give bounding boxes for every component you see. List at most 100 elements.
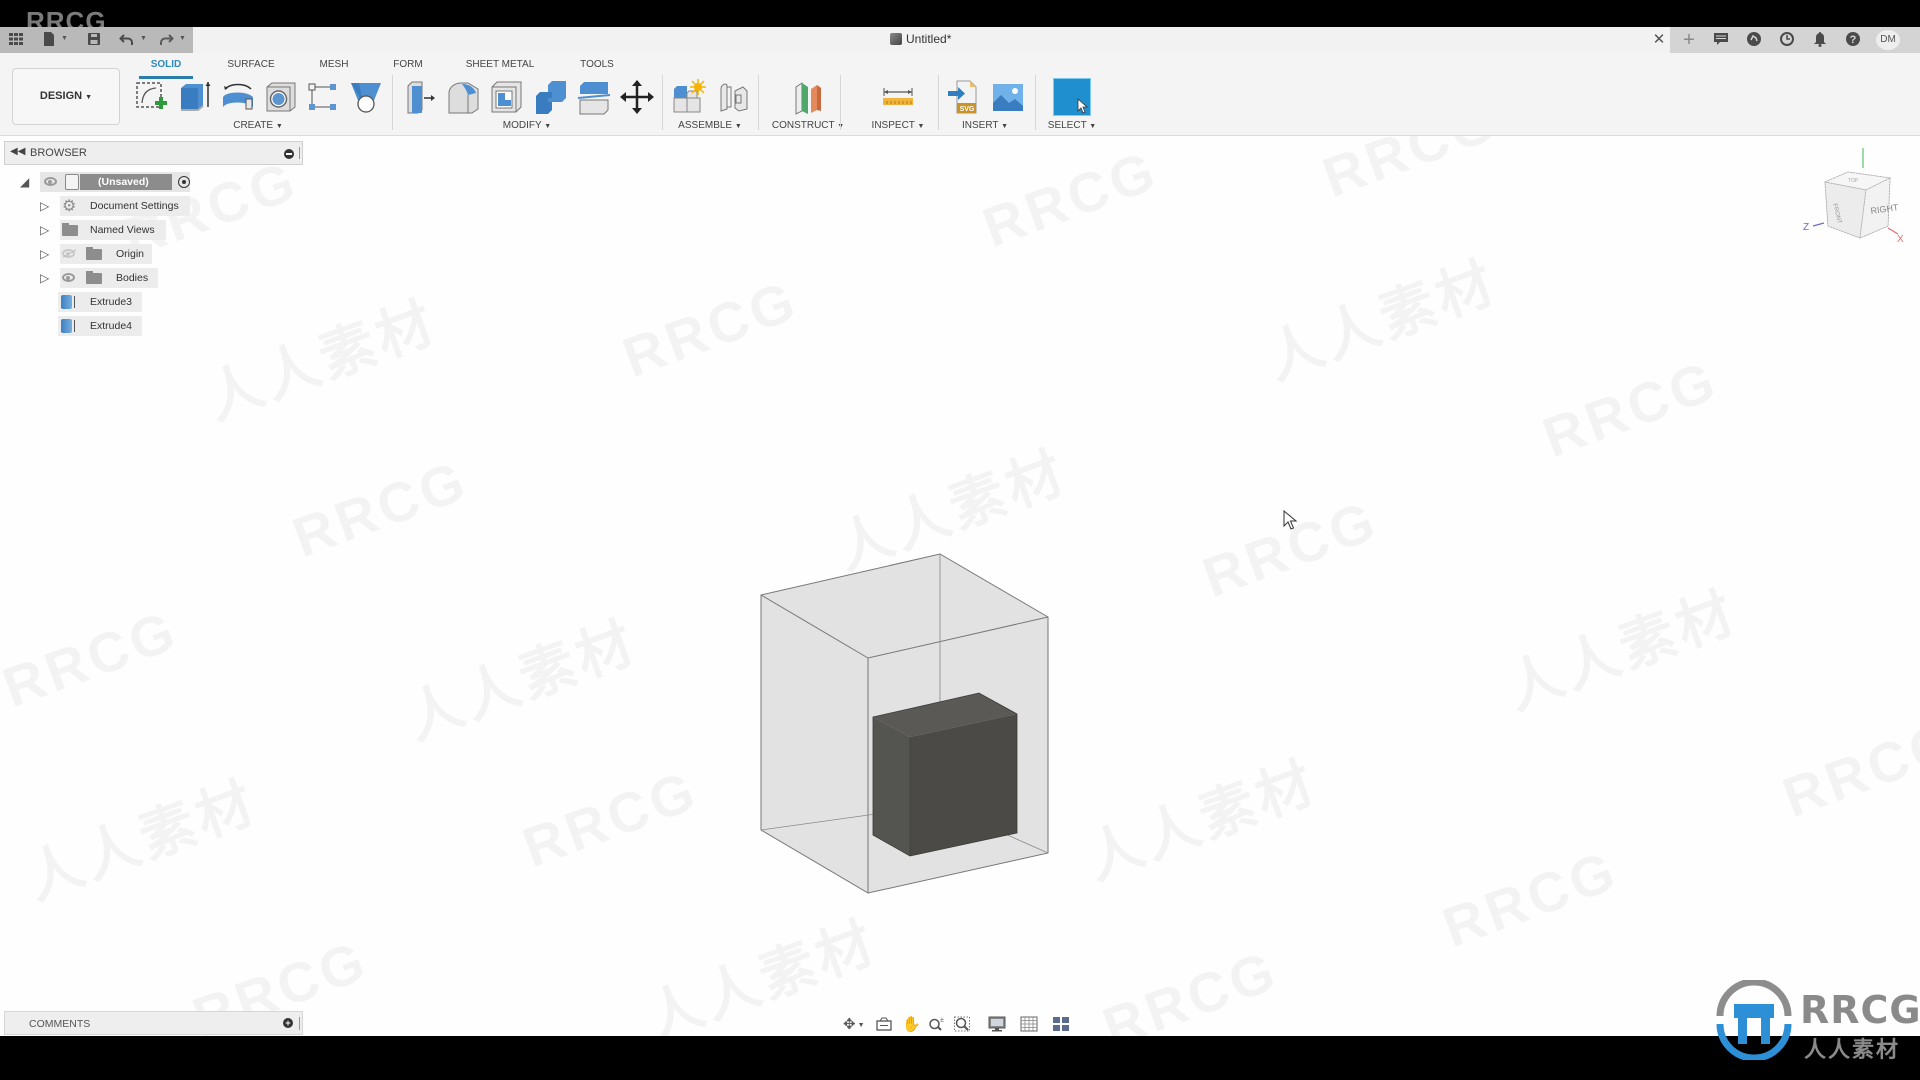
grid-icon bbox=[1020, 1016, 1038, 1032]
viewports-icon bbox=[1053, 1017, 1069, 1031]
create-form-icon bbox=[351, 83, 381, 113]
new-component-button[interactable] bbox=[671, 79, 707, 115]
new-tab-icon[interactable]: + bbox=[1680, 30, 1698, 50]
redo-icon[interactable] bbox=[157, 31, 175, 49]
assemble-menu[interactable]: ASSEMBLE ▼ bbox=[678, 120, 742, 131]
comments-panel[interactable]: COMMENTS + bbox=[4, 1011, 303, 1035]
create-form-button[interactable] bbox=[348, 79, 384, 115]
create-menu[interactable]: CREATE ▼ bbox=[233, 120, 283, 131]
workspace-caret-icon: ▼ bbox=[85, 94, 93, 101]
app-grid-icon[interactable] bbox=[7, 31, 25, 49]
revolve-icon bbox=[223, 83, 253, 110]
undo-icon[interactable] bbox=[118, 31, 136, 49]
modify-menu[interactable]: MODIFY ▼ bbox=[503, 120, 551, 131]
construct-menu[interactable]: CONSTRUCT ▼ bbox=[772, 120, 844, 131]
orbit-caret-icon: ▼ bbox=[857, 1022, 865, 1029]
svg-text:R: R bbox=[1746, 1015, 1761, 1039]
workspace-switcher-button[interactable]: DESIGN ▼ bbox=[12, 68, 120, 125]
rrcg-logo: R RRCG 人人素材 bbox=[1712, 980, 1920, 1062]
logo-brand-text: RRCG bbox=[1800, 988, 1920, 1032]
toolbar-separator bbox=[758, 75, 759, 130]
model-scene bbox=[760, 553, 1049, 894]
grid-snaps-button[interactable]: ▼ bbox=[1020, 1014, 1038, 1036]
insert-menu[interactable]: INSERT ▼ bbox=[962, 120, 1008, 131]
select-menu[interactable]: SELECT ▼ bbox=[1048, 120, 1096, 131]
history-icon[interactable] bbox=[1778, 31, 1796, 49]
revolve-button[interactable] bbox=[220, 79, 256, 115]
combine-button[interactable] bbox=[533, 79, 569, 115]
modify-menu-label: MODIFY bbox=[502, 120, 542, 131]
select-button[interactable] bbox=[1053, 78, 1091, 116]
shell-button[interactable] bbox=[489, 79, 525, 115]
inner-solid-body[interactable] bbox=[872, 692, 1018, 857]
create-menu-label: CREATE bbox=[233, 120, 274, 131]
move-copy-icon bbox=[620, 80, 654, 114]
shell-icon bbox=[491, 81, 522, 113]
redo-caret-icon[interactable]: ▼ bbox=[179, 35, 186, 42]
extensions-icon[interactable] bbox=[1745, 31, 1763, 49]
3d-canvas[interactable]: RRCG RRCG RRCG RRCG RRCG RRCG RRCG RRCG … bbox=[0, 136, 1920, 1036]
hole-button[interactable] bbox=[263, 79, 299, 115]
press-pull-icon bbox=[407, 81, 435, 114]
display-settings-button[interactable]: ▼ bbox=[988, 1014, 1006, 1036]
tab-tools[interactable]: TOOLS bbox=[580, 59, 614, 70]
job-status-icon[interactable] bbox=[1712, 31, 1730, 49]
rectangular-pattern-icon bbox=[308, 83, 336, 110]
zoom-icon: ± bbox=[929, 1017, 944, 1031]
insert-svg-button[interactable]: SVG bbox=[947, 79, 983, 115]
fillet-icon bbox=[448, 82, 479, 114]
tab-surface[interactable]: SURFACE bbox=[227, 59, 274, 70]
undo-caret-icon[interactable]: ▼ bbox=[140, 35, 147, 42]
file-icon[interactable] bbox=[40, 31, 58, 49]
tab-solid[interactable]: SOLID bbox=[151, 59, 182, 70]
attached-canvas-button[interactable] bbox=[990, 79, 1026, 115]
orbit-button[interactable]: ✥ ▼ bbox=[843, 1014, 865, 1036]
logo-sub-text: 人人素材 bbox=[1804, 1037, 1901, 1062]
help-icon[interactable]: ? bbox=[1844, 31, 1862, 49]
fusion-app-window: RRCG ▼ ▼ ▼ Untitled* ✕ + ? DM DESIGN ▼ S… bbox=[0, 0, 1920, 1080]
assemble-menu-label: ASSEMBLE bbox=[678, 120, 733, 131]
close-tab-icon[interactable]: ✕ bbox=[1652, 31, 1666, 49]
tab-form[interactable]: FORM bbox=[393, 59, 422, 70]
combine-icon bbox=[536, 81, 566, 114]
viewports-button[interactable]: ▼ bbox=[1052, 1014, 1070, 1036]
fit-window-button[interactable]: ▼ bbox=[954, 1014, 972, 1036]
comments-resize-grip[interactable] bbox=[299, 1017, 300, 1030]
press-pull-button[interactable] bbox=[402, 79, 438, 115]
quick-access-bar: ▼ ▼ ▼ Untitled* ✕ + ? DM bbox=[0, 27, 1920, 53]
inspect-menu-label: INSPECT bbox=[871, 120, 915, 131]
zoom-button[interactable]: ± bbox=[928, 1014, 946, 1036]
document-tab[interactable]: Untitled* bbox=[890, 32, 951, 46]
svg-text:±: ± bbox=[940, 1017, 944, 1024]
offset-plane-button[interactable] bbox=[791, 79, 827, 115]
tab-mesh[interactable]: MESH bbox=[320, 59, 349, 70]
create-sketch-icon bbox=[136, 82, 167, 109]
inspect-menu[interactable]: INSPECT ▼ bbox=[872, 120, 925, 131]
rectangular-pattern-button[interactable] bbox=[305, 79, 341, 115]
pan-button[interactable]: ✋ bbox=[902, 1014, 921, 1036]
tab-sheet-metal[interactable]: SHEET METAL bbox=[466, 59, 535, 70]
quick-access-right: + ? DM bbox=[1670, 27, 1920, 53]
extrude-button[interactable] bbox=[177, 79, 213, 115]
measure-button[interactable] bbox=[880, 79, 916, 115]
move-copy-button[interactable] bbox=[619, 79, 655, 115]
fillet-button[interactable] bbox=[446, 79, 482, 115]
split-body-button[interactable] bbox=[576, 79, 612, 115]
new-component-icon bbox=[673, 79, 706, 113]
toolbar-separator bbox=[840, 75, 841, 130]
construct-menu-label: CONSTRUCT bbox=[771, 120, 835, 131]
add-comment-icon[interactable]: + bbox=[283, 1018, 293, 1028]
select-caret-icon: ▼ bbox=[1089, 123, 1097, 130]
document-cube-icon bbox=[890, 33, 902, 45]
file-menu-caret-icon[interactable]: ▼ bbox=[61, 35, 68, 42]
notifications-icon[interactable] bbox=[1811, 31, 1829, 49]
joint-button[interactable] bbox=[715, 79, 751, 115]
user-avatar[interactable]: DM bbox=[1876, 30, 1900, 50]
toolbar-separator bbox=[1035, 75, 1036, 130]
create-caret-icon: ▼ bbox=[275, 123, 283, 130]
create-sketch-button[interactable] bbox=[134, 79, 170, 115]
look-at-button[interactable] bbox=[876, 1014, 892, 1036]
select-arrow-icon bbox=[1077, 98, 1089, 114]
insert-menu-label: INSERT bbox=[961, 120, 999, 131]
save-icon[interactable] bbox=[85, 31, 103, 49]
